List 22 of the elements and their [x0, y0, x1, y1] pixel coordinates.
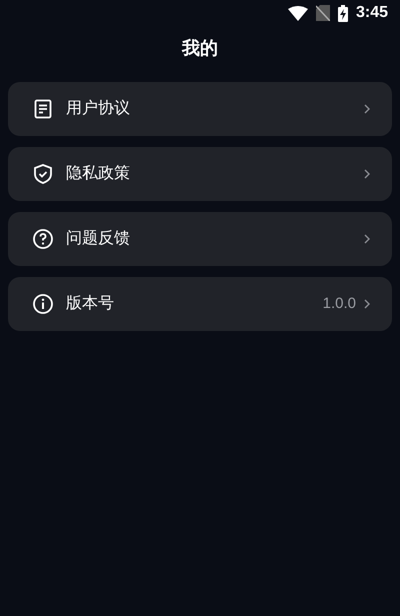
no-sim-icon [316, 5, 330, 21]
chevron-right-icon [364, 299, 370, 309]
page-title: 我的 [182, 36, 218, 60]
version-number: 1.0.0 [322, 294, 356, 314]
menu-label: 用户协议 [66, 98, 131, 119]
info-icon [32, 293, 54, 315]
wifi-icon [288, 6, 308, 20]
battery-charging-icon [338, 4, 348, 22]
chevron-right-icon [364, 169, 370, 179]
menu-label: 版本号 [66, 294, 115, 314]
menu-label: 隐私政策 [66, 164, 131, 184]
menu-item[interactable]: 版本号 1.0.0 [8, 277, 392, 331]
menu-label: 问题反馈 [66, 228, 131, 249]
question-icon [32, 228, 54, 250]
clock-time: 3:45 [356, 3, 388, 23]
document-icon [32, 98, 54, 120]
chevron-right-icon [364, 104, 370, 114]
menu-item[interactable]: 隐私政策 [8, 147, 392, 201]
shield-check-icon [32, 163, 54, 185]
menu-item[interactable]: 用户协议 [8, 82, 392, 136]
menu-item[interactable]: 问题反馈 [8, 212, 392, 266]
chevron-right-icon [364, 234, 370, 244]
